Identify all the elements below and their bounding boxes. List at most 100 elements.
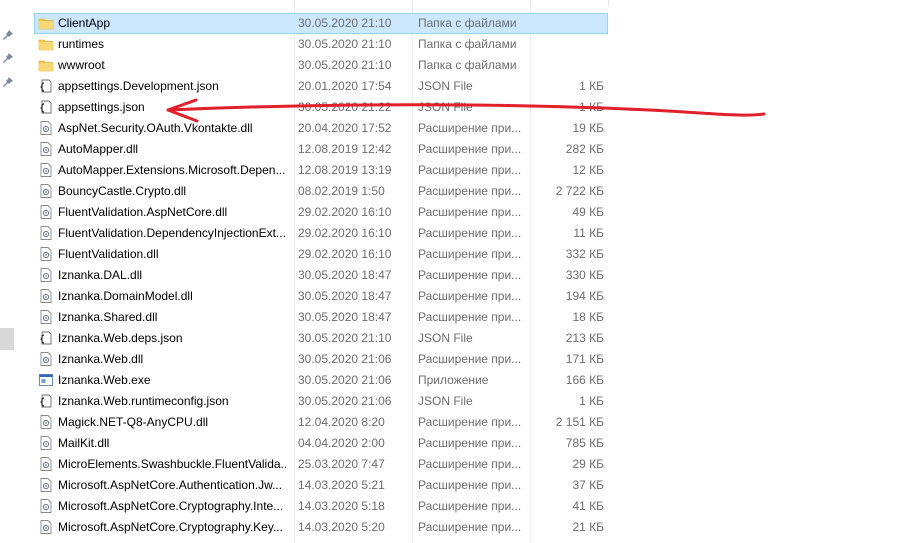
file-date-modified: 29.02.2020 16:10 (298, 205, 392, 219)
file-type: Расширение при... (418, 289, 522, 303)
dll-file-icon (40, 310, 52, 324)
file-size: 194 КБ (565, 289, 604, 303)
file-type: Приложение (418, 373, 489, 387)
file-type: JSON File (418, 331, 473, 345)
file-name: Microsoft.AspNetCore.Cryptography.Inte..… (58, 499, 284, 513)
file-name: Magick.NET-Q8-AnyCPU.dll (58, 415, 209, 429)
dll-file-icon (40, 184, 52, 198)
file-row[interactable]: wwwroot 30.05.2020 21:10 Папка с файлами (34, 55, 608, 76)
file-size: 330 КБ (565, 268, 604, 282)
file-name: MicroElements.Swashbuckle.FluentValida..… (58, 457, 286, 471)
file-row[interactable]: Iznanka.DAL.dll 30.05.2020 18:47 Расширени… (34, 265, 608, 286)
file-date-modified: 20.04.2020 17:52 (298, 121, 392, 135)
file-date-modified: 30.05.2020 21:10 (298, 37, 392, 51)
file-size: 166 КБ (565, 373, 604, 387)
folder-icon (38, 18, 54, 30)
file-size: 1 КБ (579, 100, 604, 114)
file-type: Расширение при... (418, 520, 522, 534)
file-row[interactable]: Iznanka.Web.runtimeconfig.json 30.05.2020… (34, 391, 608, 412)
file-row[interactable]: MailKit.dll 04.04.2020 2:00 Расширение при… (34, 433, 608, 454)
dll-file-icon (40, 415, 52, 429)
file-size: 1 КБ (579, 394, 604, 408)
file-date-modified: 20.01.2020 17:54 (298, 79, 392, 93)
file-name: Iznanka.Web.runtimeconfig.json (58, 394, 229, 408)
file-size: 29 КБ (572, 457, 604, 471)
json-file-icon (40, 331, 52, 345)
file-row[interactable]: Iznanka.Web.deps.json 30.05.2020 21:10 JSO… (34, 328, 608, 349)
file-size: 41 КБ (572, 499, 604, 513)
file-row[interactable]: Iznanka.Web.exe 30.05.2020 21:06 Приложени… (34, 370, 608, 391)
pane-scrollbar-thumb[interactable] (0, 328, 14, 350)
header-divider[interactable] (608, 0, 609, 6)
file-type: Расширение при... (418, 226, 522, 240)
file-row[interactable]: Magick.NET-Q8-AnyCPU.dll 12.04.2020 8:20 Р… (34, 412, 608, 433)
file-size: 332 КБ (565, 247, 604, 261)
file-size: 11 КБ (573, 226, 604, 240)
file-type: Расширение при... (418, 247, 522, 261)
file-date-modified: 30.05.2020 21:10 (298, 58, 392, 72)
file-row[interactable]: MicroElements.Swashbuckle.FluentValida..… (34, 454, 608, 475)
dll-file-icon (40, 247, 52, 261)
file-size: 213 КБ (565, 331, 604, 345)
file-row[interactable]: FluentValidation.dll 29.02.2020 16:10 Расш… (34, 244, 608, 265)
file-row[interactable]: appsettings.json 30.05.2020 21:22 JSON Fil… (34, 97, 608, 118)
folder-icon (38, 60, 54, 72)
file-row[interactable]: FluentValidation.DependencyInjectionExt.… (34, 223, 608, 244)
file-date-modified: 30.05.2020 21:06 (298, 352, 392, 366)
file-row[interactable]: appsettings.Development.json 20.01.2020 1… (34, 76, 608, 97)
file-row[interactable]: Iznanka.DomainModel.dll 30.05.2020 18:47 Р… (34, 286, 608, 307)
file-date-modified: 30.05.2020 18:47 (298, 310, 392, 324)
dll-file-icon (40, 205, 52, 219)
file-type: Расширение при... (418, 415, 522, 429)
file-list: ClientApp 30.05.2020 21:10 Папка с файлами… (34, 0, 614, 543)
dll-file-icon (40, 142, 52, 156)
dll-file-icon (40, 163, 52, 177)
file-row[interactable]: AspNet.Security.OAuth.Vkontakte.dll 20.04… (34, 118, 608, 139)
file-row[interactable]: Iznanka.Web.dll 30.05.2020 21:06 Расширени… (34, 349, 608, 370)
file-size: 171 КБ (565, 352, 604, 366)
navigation-pane (0, 0, 16, 543)
file-type: Папка с файлами (418, 58, 517, 72)
file-date-modified: 25.03.2020 7:47 (298, 457, 385, 471)
file-name: Microsoft.AspNetCore.Cryptography.Key... (58, 520, 283, 534)
pin-icon[interactable] (2, 29, 14, 41)
dll-file-icon (40, 121, 52, 135)
file-name: BouncyCastle.Crypto.dll (58, 184, 187, 198)
file-date-modified: 04.04.2020 2:00 (298, 436, 385, 450)
file-date-modified: 30.05.2020 18:47 (298, 289, 392, 303)
file-row[interactable]: Iznanka.Shared.dll 30.05.2020 18:47 Расшир… (34, 307, 608, 328)
file-date-modified: 30.05.2020 21:22 (298, 100, 392, 114)
column-header-strip[interactable] (34, 0, 614, 6)
dll-file-icon (40, 520, 52, 534)
file-type: Расширение при... (418, 163, 522, 177)
file-name: Iznanka.Web.deps.json (58, 331, 183, 345)
file-row[interactable]: AutoMapper.Extensions.Microsoft.Depen...… (34, 160, 608, 181)
file-row[interactable]: BouncyCastle.Crypto.dll 08.02.2019 1:50 Ра… (34, 181, 608, 202)
file-size: 2 722 КБ (555, 184, 604, 198)
file-row[interactable]: Microsoft.AspNetCore.Cryptography.Inte..… (34, 496, 608, 517)
dll-file-icon (40, 352, 52, 366)
file-row[interactable]: runtimes 30.05.2020 21:10 Папка с файлами (34, 34, 608, 55)
file-row[interactable]: FluentValidation.AspNetCore.dll 29.02.202… (34, 202, 608, 223)
dll-file-icon (40, 289, 52, 303)
file-name: AspNet.Security.OAuth.Vkontakte.dll (58, 121, 253, 135)
file-type: Расширение при... (418, 205, 522, 219)
file-name: Iznanka.Web.dll (58, 352, 144, 366)
file-row[interactable]: Microsoft.AspNetCore.Cryptography.Key...… (34, 517, 608, 538)
file-date-modified: 30.05.2020 18:47 (298, 268, 392, 282)
file-date-modified: 30.05.2020 21:06 (298, 394, 392, 408)
dll-file-icon (40, 499, 52, 513)
json-file-icon (40, 100, 52, 114)
file-row[interactable]: Microsoft.AspNetCore.Authentication.Jw..… (34, 475, 608, 496)
file-name: appsettings.json (58, 100, 145, 114)
file-name: AutoMapper.dll (58, 142, 139, 156)
file-date-modified: 14.03.2020 5:20 (298, 520, 385, 534)
file-date-modified: 12.04.2020 8:20 (298, 415, 385, 429)
pin-icon[interactable] (2, 52, 14, 64)
file-row[interactable]: ClientApp 30.05.2020 21:10 Папка с файлами (34, 13, 608, 34)
file-row[interactable]: AutoMapper.dll 12.08.2019 12:42 Расширение… (34, 139, 608, 160)
file-type: Расширение при... (418, 499, 522, 513)
file-size: 2 151 КБ (555, 415, 604, 429)
file-size: 785 КБ (565, 436, 604, 450)
pin-icon[interactable] (2, 76, 14, 88)
